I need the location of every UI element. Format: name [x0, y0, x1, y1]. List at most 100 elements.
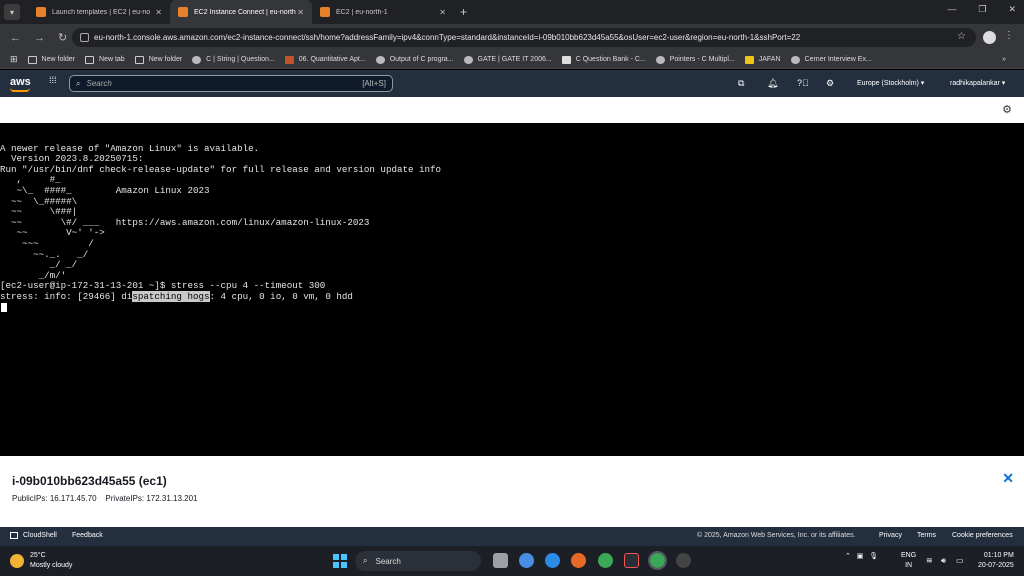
bookmark-item[interactable]: New folder: [27, 55, 75, 64]
wifi-icon[interactable]: ︎≋: [926, 556, 933, 565]
bookmark-item[interactable]: Pointers - C Multipl...: [655, 55, 735, 64]
chrome-icon[interactable]: [598, 553, 613, 568]
instance-info-panel: i-09b010bb623d45a55 (ec1) PublicIPs: 16.…: [0, 456, 1024, 527]
terminal-line: ~~ \_#####\: [0, 195, 78, 207]
restore-icon[interactable]: ❐: [978, 4, 986, 15]
system-tray: ⌃ ▣ 🎙︎: [845, 552, 878, 560]
volume-icon[interactable]: 🔊︎: [941, 556, 946, 566]
cloudshell-icon[interactable]: ⧉: [738, 78, 744, 89]
browser-tab-bar: ▾ Launch templates | EC2 | eu-no ✕ EC2 I…: [0, 0, 1024, 24]
tab-ec2[interactable]: EC2 | eu-north-1 ✕: [312, 0, 454, 24]
close-tab-icon[interactable]: ✕: [155, 8, 162, 17]
minimize-icon[interactable]: —: [947, 4, 956, 15]
back-icon[interactable]: ←: [10, 32, 24, 44]
tray-app-icon[interactable]: ▣: [857, 553, 864, 560]
terminal-line: ~~~ /: [0, 237, 94, 249]
settings-gear-icon[interactable]: ⚙: [826, 78, 834, 89]
feedback-link[interactable]: Feedback: [72, 532, 103, 539]
globe-icon: [375, 55, 385, 64]
bookmark-item[interactable]: Cerner Interview Ex...: [790, 55, 872, 64]
copilot-icon[interactable]: [519, 553, 534, 568]
close-tab-icon[interactable]: ✕: [297, 8, 304, 17]
microphone-icon[interactable]: 🎙︎: [869, 553, 878, 560]
terminal-line: A newer release of "Amazon Linux" is ava…: [0, 142, 260, 154]
search-icon: ⌕: [363, 556, 368, 565]
new-tab-button[interactable]: +: [460, 5, 467, 19]
privacy-link[interactable]: Privacy: [879, 532, 902, 539]
site-icon: [284, 55, 294, 64]
bookmark-item[interactable]: C | String | Question...: [192, 55, 275, 64]
bookmark-star-icon[interactable]: ☆: [957, 31, 966, 42]
terminal-line: ~~ \#/ ___ https://aws.amazon.com/linux/…: [0, 216, 370, 228]
aws-logo[interactable]: aws: [10, 76, 31, 92]
globe-icon: [655, 55, 665, 64]
tab-launch-templates[interactable]: Launch templates | EC2 | eu-no ✕: [28, 0, 170, 24]
terminal-output-line: stress: info: [29466] dispatching hogs: …: [0, 290, 353, 302]
profile-avatar[interactable]: [983, 31, 996, 44]
selected-text: spatching hogs: [132, 290, 210, 302]
chrome-active-icon[interactable]: [648, 551, 667, 570]
globe-icon: [192, 55, 202, 64]
terminal-cursor-line: [0, 302, 1024, 314]
site-info-icon[interactable]: [80, 33, 89, 42]
start-button[interactable]: [333, 554, 347, 568]
instance-ips: PublicIPs: 16.171.45.70 PrivateIPs: 172.…: [12, 494, 198, 503]
cloudshell-button[interactable]: CloudShell: [10, 532, 57, 539]
bookmark-item[interactable]: JAFAN: [744, 55, 781, 64]
bookmark-item[interactable]: New folder: [134, 55, 182, 64]
close-window-icon[interactable]: ✕: [1008, 4, 1016, 15]
file-explorer-icon[interactable]: [493, 553, 508, 568]
bookmarks-bar: ⊞ New folder New tab New folder C | Stri…: [0, 51, 1024, 69]
url-input[interactable]: eu-north-1.console.aws.amazon.com/ec2-in…: [72, 28, 976, 47]
bookmark-item[interactable]: GATE | GATE IT 2006...: [463, 55, 552, 64]
terms-link[interactable]: Terms: [917, 532, 936, 539]
bookmark-item[interactable]: New tab: [85, 55, 125, 64]
clock[interactable]: 01:10 PM 20-07-2025: [978, 551, 1014, 571]
windows-taskbar: 25°C Mostly cloudy ⌕ Search ⌃ ▣ 🎙︎ ENG I…: [0, 546, 1024, 576]
terminal[interactable]: A newer release of "Amazon Linux" is ava…: [0, 123, 1024, 456]
account-menu[interactable]: radhikapalankar ▾: [950, 79, 1005, 87]
terminal-line: Run "/usr/bin/dnf check-release-update" …: [0, 163, 442, 175]
taskbar-search[interactable]: ⌕ Search: [355, 551, 481, 571]
terminal-settings-gear-icon[interactable]: ⚙: [1002, 103, 1012, 116]
more-bookmarks-icon[interactable]: »: [1002, 56, 1006, 63]
services-grid-icon[interactable]: ⁞⁞⁞: [49, 76, 59, 88]
terminal-cursor: [1, 302, 7, 312]
connect-header-bar: ⚙: [0, 97, 1024, 123]
aws-footer: CloudShell Feedback © 2025, Amazon Web S…: [0, 527, 1024, 546]
aws-top-nav: aws ⁞⁞⁞ ⌕ Search [Alt+S] ⧉ 🔔︎ ?⃝ ⚙ Europ…: [0, 70, 1024, 97]
browser-menu-icon[interactable]: ⋮: [1004, 30, 1014, 41]
terminal-line: _/ _/: [0, 259, 78, 271]
apps-grid-icon[interactable]: ⊞: [10, 54, 18, 65]
notifications-bell-icon[interactable]: 🔔︎: [767, 78, 778, 89]
close-tab-icon[interactable]: ✕: [439, 8, 446, 17]
reload-icon[interactable]: ↻: [58, 31, 72, 44]
tab-ec2-instance-connect[interactable]: EC2 Instance Connect | eu-north ✕: [170, 0, 312, 24]
close-panel-icon[interactable]: ✕: [1002, 470, 1014, 487]
terminal-line: ~~ V~' '->: [0, 227, 105, 239]
aws-search-input[interactable]: ⌕ Search [Alt+S]: [69, 75, 393, 92]
tab-list-button[interactable]: ▾: [4, 4, 20, 20]
language-indicator[interactable]: ENG IN: [901, 551, 916, 571]
bookmark-item[interactable]: 06. Quantitative Apt...: [284, 55, 366, 64]
terminal-line: ~~._. _/: [0, 248, 89, 260]
help-icon[interactable]: ?⃝: [797, 78, 809, 88]
show-hidden-icons-icon[interactable]: ⌃: [845, 553, 851, 560]
firefox-icon[interactable]: [571, 553, 586, 568]
bookmark-item[interactable]: C Question Bank - C...: [561, 55, 646, 64]
forward-icon[interactable]: →: [34, 32, 48, 44]
battery-icon[interactable]: ▭: [956, 556, 964, 565]
weather-widget[interactable]: 25°C Mostly cloudy: [10, 551, 72, 571]
edge-icon[interactable]: [545, 553, 560, 568]
chrome-profile-icon[interactable]: [676, 553, 691, 568]
terminal-line: ~\_ ####_ Amazon Linux 2023: [0, 184, 210, 196]
app-icon[interactable]: [624, 553, 639, 568]
globe-icon: [463, 55, 473, 64]
bookmark-item[interactable]: Output of C progra...: [375, 55, 454, 64]
weather-icon: [10, 554, 24, 568]
site-icon: [561, 55, 571, 64]
aws-smile-icon: [10, 88, 30, 92]
region-selector[interactable]: Europe (Stockholm) ▾: [857, 79, 924, 87]
cookie-preferences-link[interactable]: Cookie preferences: [952, 532, 1013, 539]
